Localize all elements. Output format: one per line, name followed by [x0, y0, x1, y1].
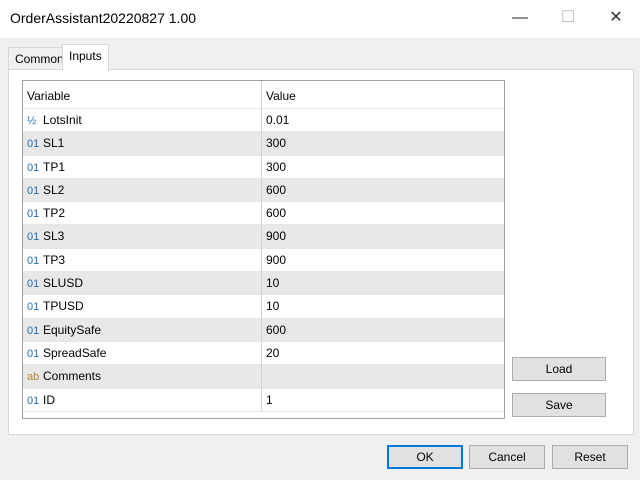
int-type-icon: 01 [27, 278, 40, 291]
int-type-icon: 01 [27, 347, 40, 360]
variable-cell: 01 SpreadSafe [27, 342, 106, 366]
minimize-icon[interactable]: — [500, 6, 540, 30]
value-cell[interactable]: 600 [261, 318, 286, 341]
variable-cell: 01 TPUSD [27, 295, 84, 319]
inputs-table: Variable Value ½ LotsInit 0.01 01 SL1 300 01 TP… [22, 80, 505, 419]
value-cell[interactable]: 0.01 [261, 109, 289, 132]
string-type-icon: ab [27, 371, 40, 384]
variable-cell: ½ LotsInit [27, 109, 82, 133]
variable-name: SL2 [43, 182, 65, 197]
cancel-button[interactable]: Cancel [469, 445, 545, 469]
int-type-icon: 01 [27, 208, 40, 221]
variable-cell: 01 SL3 [27, 225, 64, 249]
value-cell[interactable]: 10 [261, 272, 279, 295]
table-row[interactable]: ½ LotsInit 0.01 [23, 109, 504, 133]
table-header: Variable Value [23, 81, 504, 109]
table-row[interactable]: 01 SL3 900 [23, 225, 504, 249]
window-title: OrderAssistant20220827 1.00 [10, 10, 197, 26]
variable-cell: 01 EquitySafe [27, 319, 101, 343]
variable-cell: 01 TP3 [27, 249, 65, 273]
int-type-icon: 01 [27, 138, 40, 151]
variable-name: ID [43, 392, 55, 407]
variable-name: Comments [43, 369, 102, 384]
variable-cell: 01 ID [27, 389, 55, 413]
value-cell[interactable]: 300 [261, 132, 286, 155]
variable-name: SLUSD [43, 276, 84, 291]
variable-name: EquitySafe [43, 322, 102, 337]
title-bar: OrderAssistant20220827 1.00 — ☐ ✕ [0, 0, 640, 38]
maximize-icon[interactable]: ☐ [548, 6, 588, 30]
value-cell[interactable]: 1 [261, 388, 273, 411]
variable-cell: ab Comments [27, 365, 101, 389]
variable-cell: 01 SL1 [27, 132, 64, 156]
tab-inputs[interactable]: Inputs [62, 44, 109, 71]
value-cell[interactable]: 600 [261, 202, 286, 225]
value-cell[interactable]: 300 [261, 155, 286, 178]
header-value: Value [261, 81, 296, 108]
value-cell[interactable]: 900 [261, 225, 286, 248]
variable-cell: 01 SL2 [27, 179, 64, 203]
variable-name: TP3 [43, 252, 66, 267]
value-cell[interactable]: 10 [261, 295, 279, 318]
table-row[interactable]: 01 TP3 900 [23, 248, 504, 273]
table-row[interactable]: 01 ID 1 [23, 388, 504, 413]
variable-name: SL3 [43, 229, 65, 244]
value-cell[interactable]: 900 [261, 248, 286, 272]
variable-name: TPUSD [43, 299, 84, 314]
reset-button[interactable]: Reset [552, 445, 628, 469]
int-type-icon: 01 [27, 161, 40, 174]
variable-name: SL1 [43, 136, 65, 151]
table-row[interactable]: 01 SL2 600 [23, 178, 504, 203]
close-icon[interactable]: ✕ [596, 6, 636, 30]
table-row[interactable]: 01 SpreadSafe 20 [23, 341, 504, 366]
header-variable: Variable [27, 89, 71, 103]
value-cell[interactable] [261, 365, 266, 388]
int-type-icon: 01 [27, 301, 40, 314]
variable-cell: 01 TP1 [27, 156, 65, 180]
variable-name: TP2 [43, 206, 66, 221]
int-type-icon: 01 [27, 394, 40, 407]
variable-name: LotsInit [43, 113, 82, 127]
table-row[interactable]: 01 EquitySafe 600 [23, 318, 504, 343]
int-type-icon: 01 [27, 231, 40, 244]
int-type-icon: 01 [27, 184, 40, 197]
int-type-icon: 01 [27, 254, 40, 267]
table-row[interactable]: 01 SL1 300 [23, 132, 504, 156]
table-row[interactable]: 01 TP2 600 [23, 202, 504, 226]
variable-cell: 01 SLUSD [27, 272, 83, 296]
variable-name: SpreadSafe [43, 345, 107, 360]
value-cell[interactable]: 600 [261, 178, 286, 202]
value-cell[interactable]: 20 [261, 341, 279, 365]
save-button[interactable]: Save [512, 393, 606, 417]
load-button[interactable]: Load [512, 357, 606, 381]
double-type-icon: ½ [27, 115, 37, 127]
table-row[interactable]: 01 TPUSD 10 [23, 295, 504, 319]
ok-button[interactable]: OK [387, 445, 463, 469]
table-row[interactable]: 01 SLUSD 10 [23, 272, 504, 296]
variable-name: TP1 [43, 159, 66, 174]
int-type-icon: 01 [27, 324, 40, 337]
variable-cell: 01 TP2 [27, 202, 65, 226]
table-row[interactable]: 01 TP1 300 [23, 155, 504, 180]
table-row[interactable]: ab Comments [23, 365, 504, 389]
